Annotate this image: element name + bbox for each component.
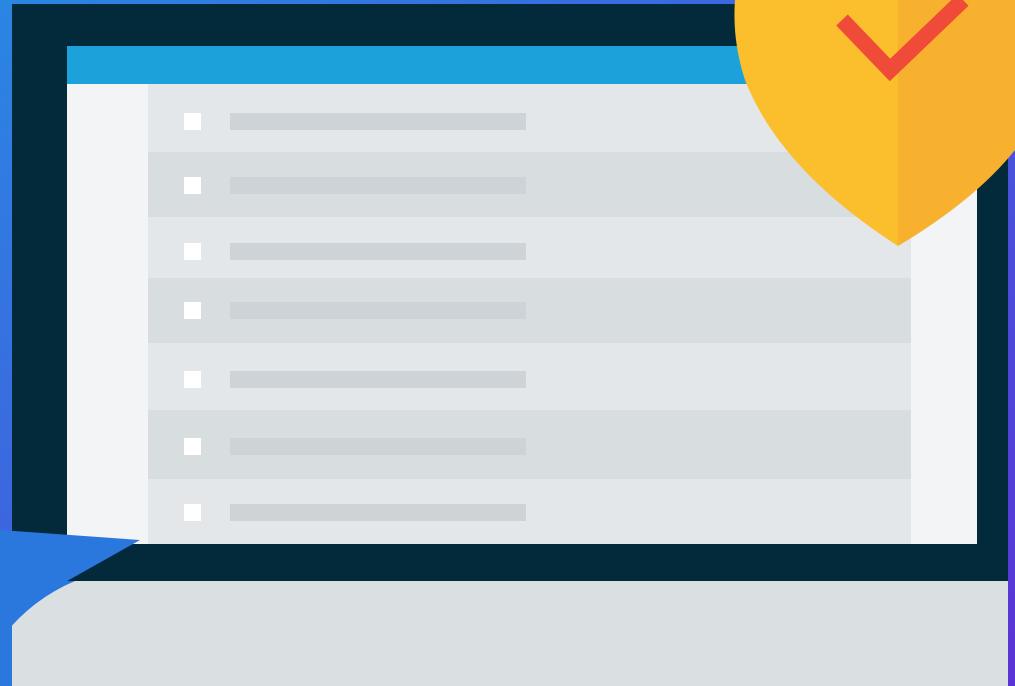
shield-check-icon — [734, 0, 1015, 246]
